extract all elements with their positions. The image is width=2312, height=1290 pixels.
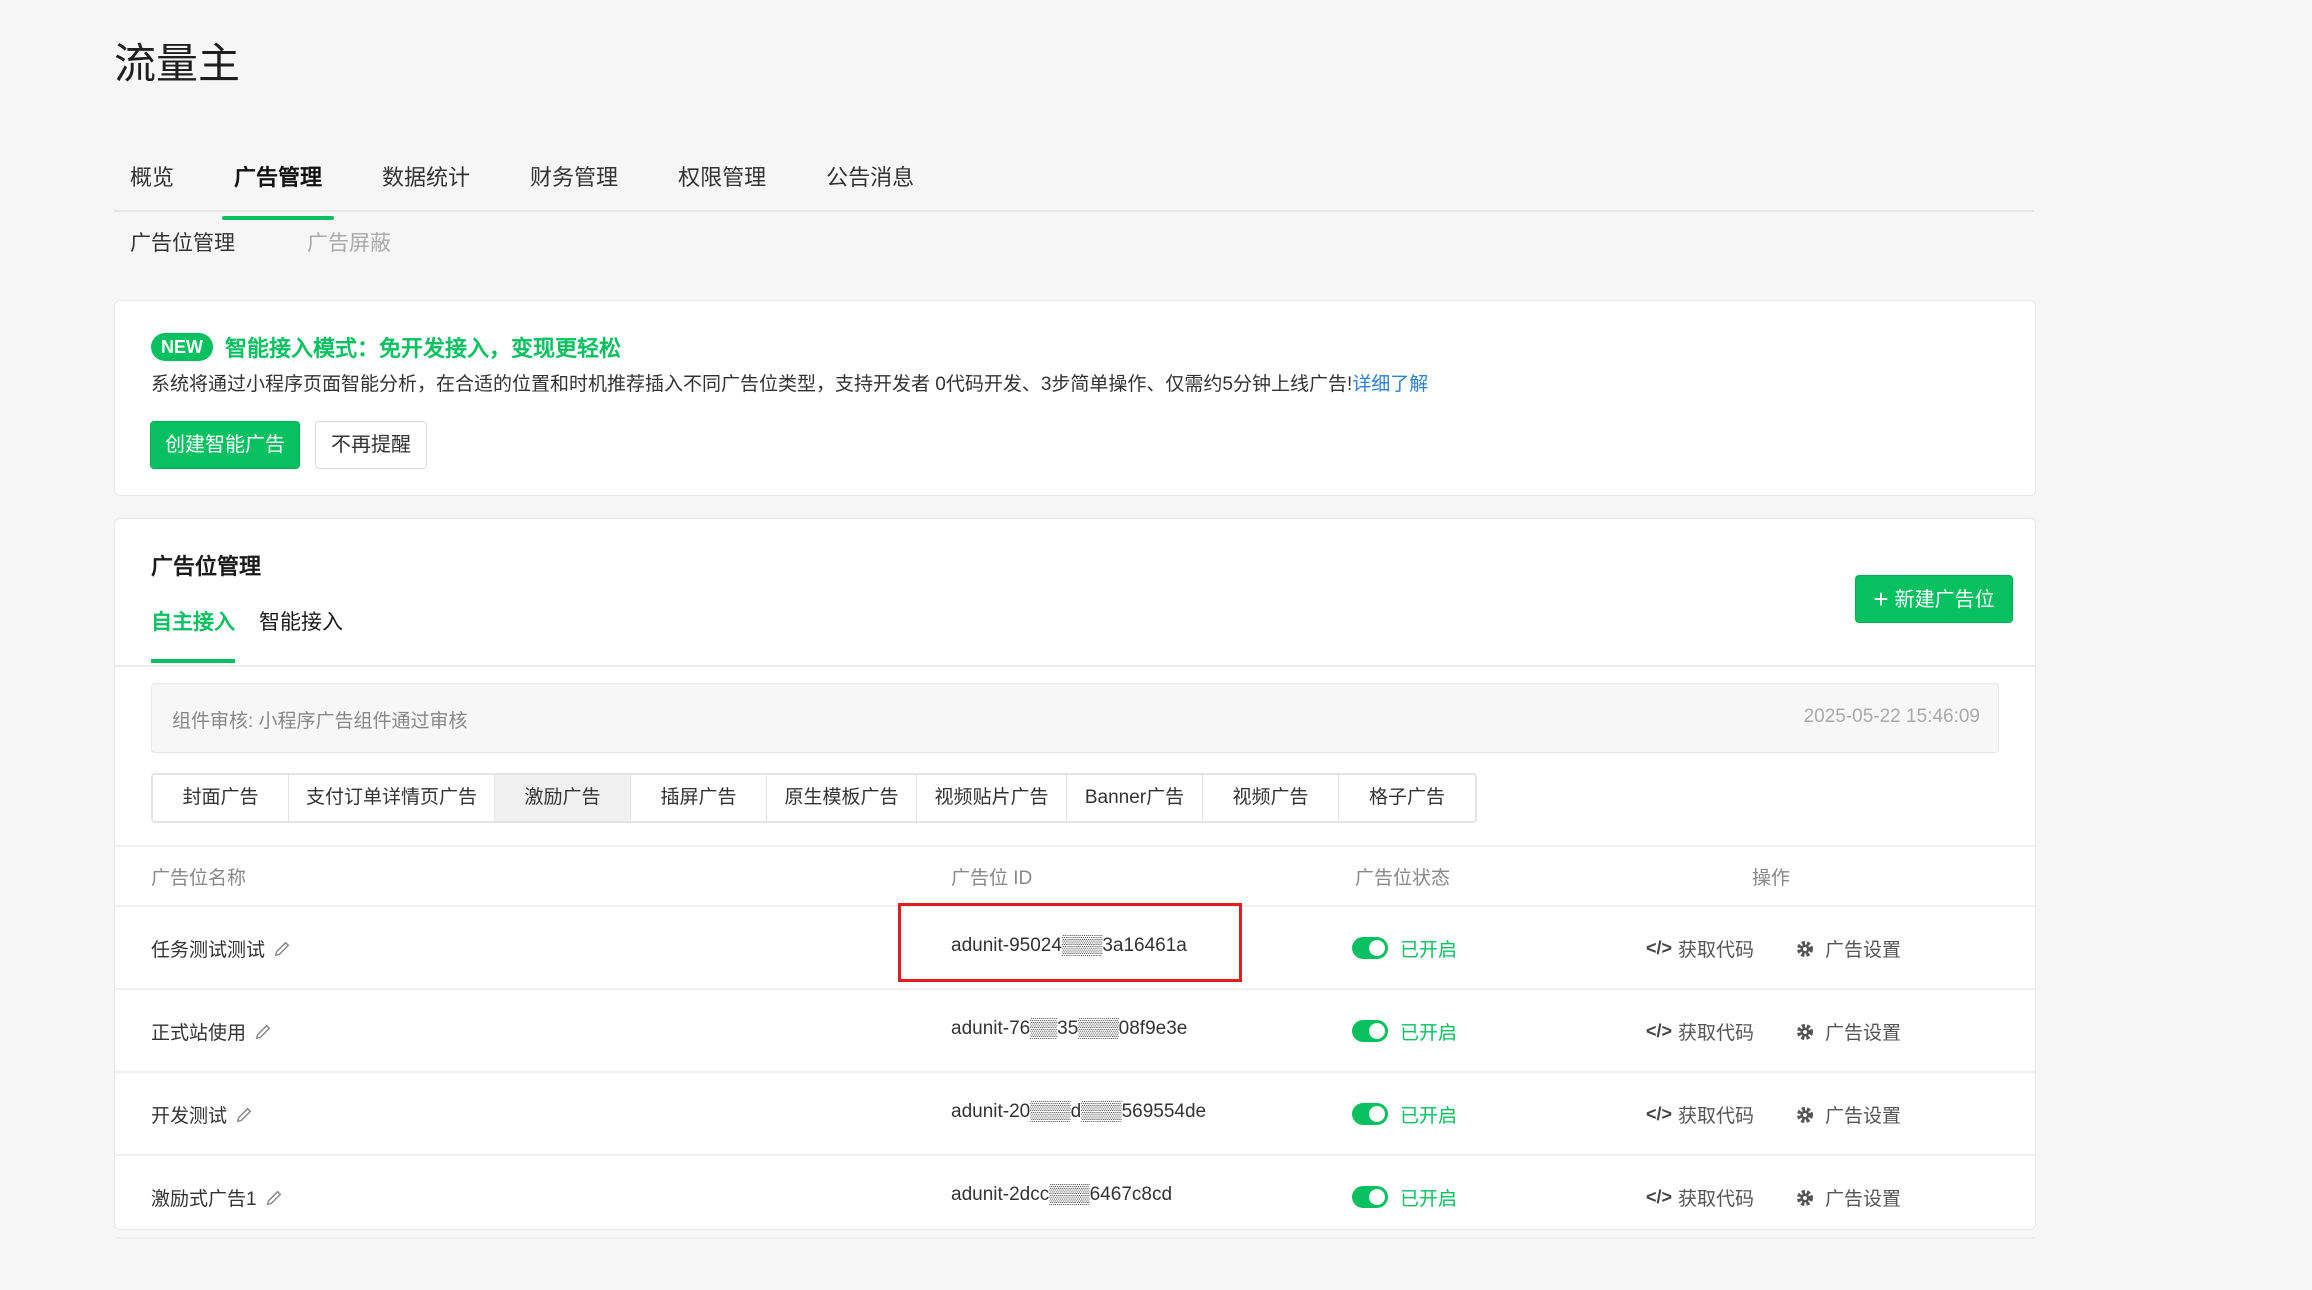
adunit-name-cell: 激励式广告1 [151, 1184, 283, 1211]
gear-icon [1797, 1023, 1813, 1040]
sub-nav: 广告位管理 广告屏蔽 [114, 226, 447, 262]
adtype-tab-native-template[interactable]: 原生模板广告 [767, 775, 917, 821]
pencil-icon[interactable] [235, 1106, 253, 1124]
ad-settings-button[interactable]: 广告设置 [1795, 1184, 1901, 1211]
pencil-icon[interactable] [265, 1189, 283, 1207]
get-code-button[interactable]: </> 获取代码 [1646, 1018, 1754, 1045]
adunit-name-cell: 任务测试测试 [151, 935, 291, 962]
adunit-name-cell: 开发测试 [151, 1101, 253, 1128]
status-toggle[interactable] [1352, 937, 1388, 959]
tab-permissions[interactable]: 权限管理 [662, 156, 782, 210]
col-header-id: 广告位 ID [951, 868, 1033, 889]
ad-settings-label: 广告设置 [1825, 1106, 1902, 1127]
pencil-icon[interactable] [273, 940, 291, 958]
adunit-management-card: 广告位管理 自主接入 智能接入 + 新建广告位 组件审核: 小程序广告组件通过审核… [114, 518, 2036, 1239]
get-code-label: 获取代码 [1678, 1189, 1755, 1210]
learn-more-link[interactable]: 详细了解 [1352, 374, 1428, 395]
new-badge: NEW [151, 333, 213, 361]
adunit-name: 激励式广告1 [151, 1189, 257, 1210]
pencil-icon[interactable] [254, 1023, 272, 1041]
tab-finance[interactable]: 财务管理 [514, 156, 634, 210]
tab-smart-access[interactable]: 智能接入 [259, 607, 343, 639]
adunit-name: 正式站使用 [151, 1023, 247, 1044]
dont-remind-button[interactable]: 不再提醒 [315, 421, 427, 469]
get-code-label: 获取代码 [1678, 1106, 1755, 1127]
new-adunit-label: 新建广告位 [1894, 589, 1995, 611]
adunit-name-cell: 正式站使用 [151, 1018, 272, 1045]
col-header-name: 广告位名称 [151, 868, 247, 889]
access-mode-tabs: 自主接入 智能接入 [115, 595, 2035, 667]
tab-overview[interactable]: 概览 [114, 156, 190, 210]
tab-announcements[interactable]: 公告消息 [810, 156, 930, 210]
code-icon: </> [1646, 1104, 1673, 1124]
code-icon: </> [1646, 1187, 1673, 1207]
adtype-tab-rewarded[interactable]: 激励广告 [495, 775, 631, 821]
get-code-label: 获取代码 [1678, 940, 1755, 961]
promo-description-text: 系统将通过小程序页面智能分析，在合适的位置和时机推荐插入不同广告位类型，支持开发… [151, 374, 1353, 395]
status-toggle[interactable] [1352, 1103, 1388, 1125]
new-adunit-button[interactable]: + 新建广告位 [1855, 575, 2013, 623]
adunit-name: 任务测试测试 [151, 940, 266, 961]
tab-data-statistics[interactable]: 数据统计 [366, 156, 486, 210]
create-smart-ad-button[interactable]: 创建智能广告 [150, 421, 300, 469]
subnav-adunit-management[interactable]: 广告位管理 [114, 226, 251, 262]
promo-description: 系统将通过小程序页面智能分析，在合适的位置和时机推荐插入不同广告位类型，支持开发… [151, 369, 1428, 396]
col-header-status: 广告位状态 [1355, 868, 1451, 889]
adunit-name: 开发测试 [151, 1106, 228, 1127]
ad-settings-label: 广告设置 [1825, 1023, 1902, 1044]
table-row: 开发测试 adunit-20▒▒▒d▒▒▒569554de 已开启 </> 获取代… [115, 1073, 2035, 1156]
code-icon: </> [1646, 1021, 1673, 1041]
get-code-button[interactable]: </> 获取代码 [1646, 1101, 1754, 1128]
status-text: 已开启 [1400, 1189, 1458, 1210]
status-toggle[interactable] [1352, 1020, 1388, 1042]
review-timestamp: 2025-05-22 15:46:09 [1803, 706, 1980, 727]
tab-self-access[interactable]: 自主接入 [151, 607, 235, 663]
section-title: 广告位管理 [151, 554, 262, 579]
plus-icon: + [1873, 584, 1889, 614]
adtype-tab-cover[interactable]: 封面广告 [153, 775, 289, 821]
adtype-tab-payment-order[interactable]: 支付订单详情页广告 [289, 775, 495, 821]
table-row: 激励式广告1 adunit-2dcc▒▒▒6467c8cd 已开启 </> 获取代… [115, 1156, 2035, 1239]
ad-settings-label: 广告设置 [1825, 1189, 1902, 1210]
code-icon: </> [1646, 938, 1673, 958]
ad-settings-button[interactable]: 广告设置 [1795, 935, 1901, 962]
ad-type-tabs: 封面广告 支付订单详情页广告 激励广告 插屏广告 原生模板广告 视频贴片广告 B… [151, 773, 1477, 823]
gear-icon [1797, 940, 1813, 957]
gear-icon [1797, 1106, 1813, 1123]
tab-ad-management[interactable]: 广告管理 [218, 156, 338, 220]
smart-mode-promo-card: NEW 智能接入模式：免开发接入，变现更轻松 系统将通过小程序页面智能分析，在合… [114, 300, 2036, 496]
adtype-tab-grid[interactable]: 格子广告 [1339, 775, 1475, 821]
adtype-tab-video-patch[interactable]: 视频贴片广告 [917, 775, 1067, 821]
table-header: 广告位名称 广告位 ID 广告位状态 操作 [115, 845, 2035, 907]
main-nav: 概览 广告管理 数据统计 财务管理 权限管理 公告消息 [114, 156, 2034, 220]
get-code-button[interactable]: </> 获取代码 [1646, 935, 1754, 962]
adunit-id: adunit-76▒▒35▒▒▒08f9e3e [951, 1018, 1188, 1039]
adunit-id: adunit-20▒▒▒d▒▒▒569554de [951, 1101, 1207, 1122]
get-code-button[interactable]: </> 获取代码 [1646, 1184, 1754, 1211]
highlight-box [898, 903, 1242, 982]
subnav-ad-blocking: 广告屏蔽 [307, 232, 391, 255]
promo-title: 智能接入模式：免开发接入，变现更轻松 [225, 336, 622, 361]
col-header-ops: 操作 [1752, 868, 1791, 889]
adunit-id: adunit-2dcc▒▒▒6467c8cd [951, 1184, 1173, 1205]
status-text: 已开启 [1400, 940, 1458, 961]
ad-settings-button[interactable]: 广告设置 [1795, 1018, 1901, 1045]
ad-settings-button[interactable]: 广告设置 [1795, 1101, 1901, 1128]
adtype-tab-interstitial[interactable]: 插屏广告 [631, 775, 767, 821]
promo-header: NEW 智能接入模式：免开发接入，变现更轻松 [151, 331, 621, 363]
gear-icon [1797, 1189, 1813, 1206]
get-code-label: 获取代码 [1678, 1023, 1755, 1044]
status-text: 已开启 [1400, 1023, 1458, 1044]
table-row: 正式站使用 adunit-76▒▒35▒▒▒08f9e3e 已开启 </> 获取代… [115, 990, 2035, 1073]
app-title: 流量主 [114, 40, 241, 87]
status-toggle[interactable] [1352, 1186, 1388, 1208]
adtype-tab-banner[interactable]: Banner广告 [1067, 775, 1203, 821]
adtype-tab-video[interactable]: 视频广告 [1203, 775, 1339, 821]
review-status-text: 组件审核: 小程序广告组件通过审核 [172, 711, 468, 732]
review-status-bar: 组件审核: 小程序广告组件通过审核 2025-05-22 15:46:09 [151, 683, 1999, 753]
status-text: 已开启 [1400, 1106, 1458, 1127]
ad-settings-label: 广告设置 [1825, 940, 1902, 961]
